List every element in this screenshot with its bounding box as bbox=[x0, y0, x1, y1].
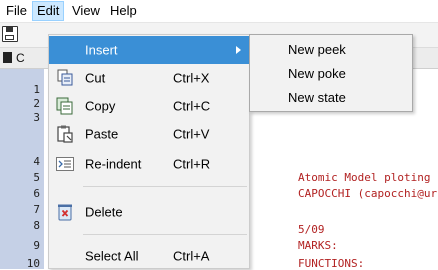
copy-icon bbox=[55, 96, 75, 116]
menu-item-shortcut: Ctrl+V bbox=[173, 126, 210, 142]
menu-item-shortcut: Ctrl+C bbox=[173, 98, 211, 114]
menu-item-label: Copy bbox=[85, 98, 116, 114]
line-number: 2 bbox=[33, 97, 40, 110]
menu-item-label: Insert bbox=[85, 42, 118, 58]
menu-item-cut[interactable]: Cut Ctrl+X bbox=[49, 64, 249, 92]
menu-item-label: Paste bbox=[85, 126, 119, 142]
menu-item-shortcut: Ctrl+X bbox=[173, 70, 210, 86]
menu-item-label: Select All bbox=[85, 248, 139, 264]
insert-submenu: New peek New poke New state bbox=[249, 34, 413, 112]
menu-item-label: Cut bbox=[85, 70, 106, 86]
menu-file[interactable]: File bbox=[2, 1, 31, 21]
tab-label[interactable]: C bbox=[16, 51, 25, 65]
line-number-gutter: 1 2 3 4 5 6 7 8 9 10 bbox=[0, 69, 44, 270]
code-line: FUNCTIONS: bbox=[298, 257, 365, 270]
delete-icon bbox=[55, 202, 75, 222]
submenu-item-new-poke[interactable]: New poke bbox=[288, 66, 346, 81]
save-icon[interactable] bbox=[2, 26, 18, 42]
menu-item-label: Re-indent bbox=[85, 156, 142, 172]
menu-item-shortcut: Ctrl+A bbox=[173, 248, 210, 264]
line-number: 9 bbox=[33, 239, 40, 252]
code-line: CAPOCCHI (capocchi@ur bbox=[298, 187, 438, 200]
menu-item-copy[interactable]: Copy Ctrl+C bbox=[49, 92, 249, 120]
submenu-arrow-icon bbox=[236, 46, 241, 54]
menu-item-reindent[interactable]: Re-indent Ctrl+R bbox=[49, 150, 249, 178]
reindent-icon bbox=[55, 154, 75, 174]
line-number: 7 bbox=[33, 203, 40, 216]
line-number: 3 bbox=[33, 111, 40, 124]
code-line: Atomic Model ploting bbox=[298, 171, 431, 184]
submenu-item-new-peek[interactable]: New peek bbox=[288, 42, 346, 57]
menu-edit[interactable]: Edit bbox=[32, 1, 65, 21]
menu-separator bbox=[83, 186, 247, 187]
line-number: 5 bbox=[33, 171, 40, 184]
menu-help[interactable]: Help bbox=[106, 1, 141, 21]
line-number: 1 bbox=[33, 83, 40, 96]
cut-icon bbox=[55, 68, 75, 88]
line-number: 10 bbox=[26, 257, 40, 270]
document-icon bbox=[3, 52, 12, 63]
line-number: 4 bbox=[33, 155, 40, 168]
edit-menu-dropdown: Insert Cut Ctrl+X Copy Ctrl+C Paste Ctrl… bbox=[48, 34, 250, 269]
submenu-item-new-state[interactable]: New state bbox=[288, 90, 346, 105]
menu-item-paste[interactable]: Paste Ctrl+V bbox=[49, 120, 249, 148]
menu-bar: File Edit View Help bbox=[0, 0, 438, 23]
paste-icon bbox=[55, 124, 75, 144]
line-number: 8 bbox=[33, 219, 40, 232]
menu-item-select-all[interactable]: Select All Ctrl+A bbox=[49, 242, 249, 270]
code-line: MARKS: bbox=[298, 239, 338, 252]
line-number: 6 bbox=[33, 187, 40, 200]
code-line: 5/09 bbox=[298, 223, 325, 236]
menu-view[interactable]: View bbox=[68, 1, 104, 21]
menu-separator bbox=[83, 234, 247, 235]
menu-item-delete[interactable]: Delete bbox=[49, 198, 249, 226]
menu-item-insert[interactable]: Insert bbox=[49, 36, 249, 64]
menu-item-label: Delete bbox=[85, 204, 123, 220]
menu-item-shortcut: Ctrl+R bbox=[173, 156, 211, 172]
